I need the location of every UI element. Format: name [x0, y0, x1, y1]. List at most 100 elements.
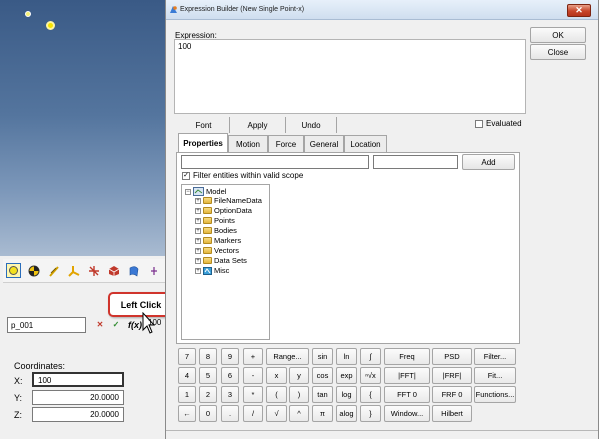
key-open-brace[interactable]: { [360, 386, 381, 403]
expand-icon[interactable]: + [195, 227, 201, 234]
key-hilbert[interactable]: Hilbert [432, 405, 472, 422]
tree-item-data-sets[interactable]: + Data Sets [195, 256, 247, 265]
more-icon[interactable] [146, 263, 161, 278]
key-fft-magnitude[interactable]: |FFT| [384, 367, 430, 384]
graphics-viewport[interactable] [0, 0, 165, 256]
joint-icon[interactable] [86, 263, 101, 278]
key-fft-phase[interactable]: FFT 0 [384, 386, 430, 403]
key-0[interactable]: 0 [199, 405, 217, 422]
expand-icon[interactable]: + [195, 207, 201, 214]
checkbox-icon[interactable] [475, 119, 483, 128]
marker-icon[interactable] [66, 263, 81, 278]
key-2[interactable]: 2 [199, 386, 217, 403]
undo-button[interactable]: Undo [286, 117, 336, 133]
tree-item-markers[interactable]: + Markers [195, 236, 241, 245]
tree-item-bodies[interactable]: + Bodies [195, 226, 237, 235]
tree-item-vectors[interactable]: + Vectors [195, 246, 239, 255]
expand-icon[interactable]: + [195, 257, 201, 264]
tree-item-points[interactable]: + Points [195, 216, 235, 225]
key-8[interactable]: 8 [199, 348, 217, 365]
key-nth-root[interactable]: ⁿ√x [360, 367, 381, 384]
close-button[interactable]: Close [530, 44, 586, 60]
font-button[interactable]: Font [178, 117, 229, 133]
filter-scope-checkbox[interactable]: ✓ Filter entities within valid scope [182, 171, 303, 180]
tree-item-optiondata[interactable]: + OptionData [195, 206, 252, 215]
key-frf-magnitude[interactable]: |FRF| [432, 367, 472, 384]
collapse-icon[interactable]: − [185, 188, 191, 195]
key-log[interactable]: log [336, 386, 357, 403]
key-1[interactable]: 1 [178, 386, 196, 403]
surface-icon[interactable] [126, 263, 141, 278]
expand-icon[interactable]: + [195, 267, 201, 274]
expand-icon[interactable]: + [195, 217, 201, 224]
close-icon[interactable]: ✕ [567, 4, 591, 17]
expand-icon[interactable]: + [195, 237, 201, 244]
ok-button[interactable]: OK [530, 27, 586, 43]
body-icon[interactable] [26, 263, 41, 278]
key-4[interactable]: 4 [178, 367, 196, 384]
point-icon[interactable] [25, 11, 31, 17]
property-filter-input[interactable] [373, 155, 458, 169]
key-integral[interactable]: ∫ [360, 348, 381, 365]
evaluated-checkbox[interactable]: Evaluated [475, 119, 522, 128]
key-3[interactable]: 3 [221, 386, 239, 403]
key-decimal[interactable]: . [221, 405, 239, 422]
key-tan[interactable]: tan [312, 386, 333, 403]
key-psd[interactable]: PSD [432, 348, 472, 365]
expand-icon[interactable]: + [195, 247, 201, 254]
system-icon[interactable] [106, 263, 121, 278]
key-window[interactable]: Window... [384, 405, 430, 422]
graphics-icon[interactable] [46, 263, 61, 278]
key-frf-phase[interactable]: FRF 0 [432, 386, 472, 403]
key-power[interactable]: ^ [289, 405, 309, 422]
tab-force[interactable]: Force [268, 135, 304, 152]
key-y[interactable]: y [289, 367, 309, 384]
key-freq[interactable]: Freq [384, 348, 430, 365]
tree-item-misc[interactable]: + Misc [195, 266, 229, 275]
key-filter[interactable]: Filter... [474, 348, 516, 365]
expand-icon[interactable]: + [195, 197, 201, 204]
key-pi[interactable]: π [312, 405, 333, 422]
entity-name-field[interactable]: p_001 [7, 317, 86, 333]
key-x[interactable]: x [266, 367, 287, 384]
point-icon[interactable] [46, 21, 55, 30]
key-close-paren[interactable]: ) [289, 386, 309, 403]
z-coordinate-field[interactable]: 20.0000 [32, 407, 124, 422]
checkbox-icon[interactable]: ✓ [182, 171, 190, 180]
key-5[interactable]: 5 [199, 367, 217, 384]
key-plus[interactable]: + [243, 348, 263, 365]
tree-item-filenamedata[interactable]: + FileNameData [195, 196, 262, 205]
accept-icon[interactable]: ✓ [108, 316, 124, 333]
add-button[interactable]: Add [462, 154, 515, 170]
key-backspace[interactable]: ← [178, 405, 196, 422]
key-cos[interactable]: cos [312, 367, 333, 384]
tab-general[interactable]: General [304, 135, 344, 152]
fx-button[interactable]: f(x) [124, 316, 146, 333]
tree-item-model[interactable]: − Model [185, 187, 226, 196]
key-minus[interactable]: - [243, 367, 263, 384]
key-divide[interactable]: / [243, 405, 263, 422]
key-multiply[interactable]: * [243, 386, 263, 403]
y-coordinate-field[interactable]: 20.0000 [32, 390, 124, 405]
key-sin[interactable]: sin [312, 348, 333, 365]
key-sqrt[interactable]: √ [266, 405, 287, 422]
key-exp[interactable]: exp [336, 367, 357, 384]
tab-location[interactable]: Location [344, 135, 387, 152]
key-7[interactable]: 7 [178, 348, 196, 365]
key-functions[interactable]: Functions... [474, 386, 516, 403]
key-range[interactable]: Range... [266, 348, 309, 365]
key-open-paren[interactable]: ( [266, 386, 287, 403]
point-icon[interactable] [6, 263, 21, 278]
key-9[interactable]: 9 [221, 348, 239, 365]
tab-motion[interactable]: Motion [228, 135, 268, 152]
apply-button[interactable]: Apply [230, 117, 285, 133]
key-6[interactable]: 6 [221, 367, 239, 384]
cancel-icon[interactable]: ✕ [92, 316, 108, 333]
expression-input[interactable]: 100 [174, 39, 526, 114]
key-ln[interactable]: ln [336, 348, 357, 365]
entity-filter-input[interactable] [181, 155, 369, 169]
key-alog[interactable]: alog [336, 405, 357, 422]
key-close-brace[interactable]: } [360, 405, 381, 422]
tab-properties[interactable]: Properties [178, 133, 228, 153]
x-coordinate-field[interactable]: 100 [32, 372, 124, 387]
